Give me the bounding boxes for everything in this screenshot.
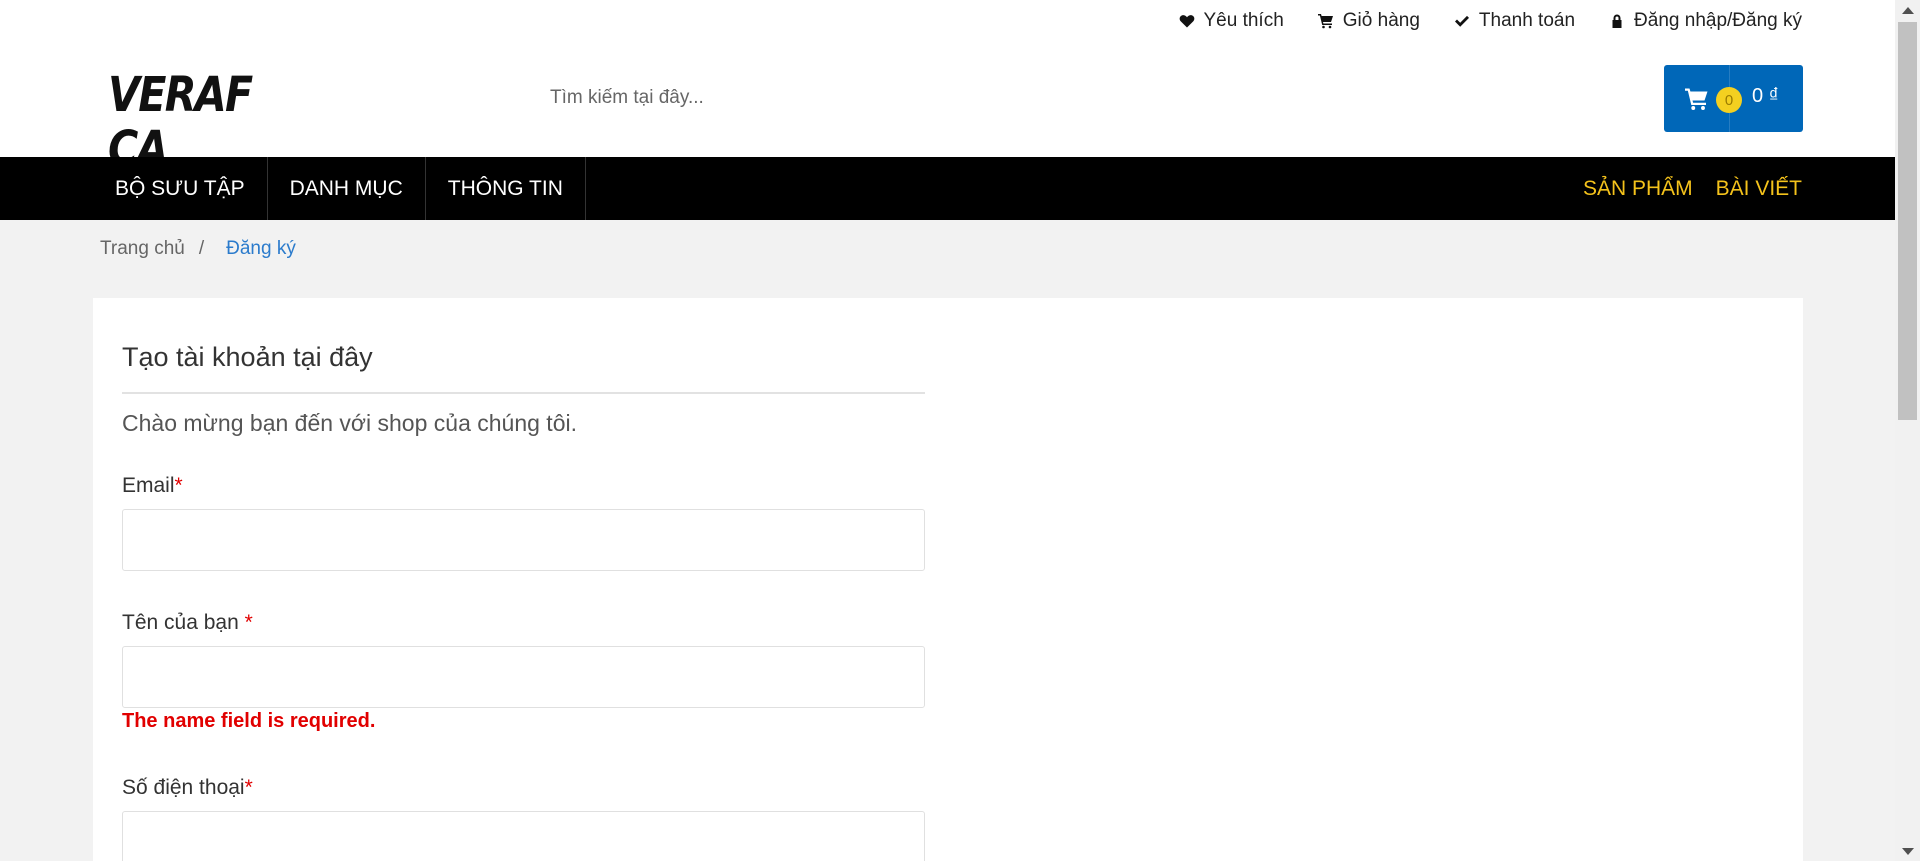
- checkout-label: Thanh toán: [1478, 10, 1576, 31]
- breadcrumb-separator: /: [198, 238, 205, 259]
- login-register-label: Đăng nhập/Đăng ký: [1634, 10, 1802, 31]
- name-label: Tên của bạn *: [122, 611, 253, 635]
- cart-total: 0 ₫: [1752, 85, 1779, 107]
- search-input[interactable]: [540, 76, 1140, 120]
- logo[interactable]: VERAF CA: [108, 68, 304, 176]
- nav-item-collections[interactable]: BỘ SƯU TẬP: [93, 157, 268, 220]
- header: Yêu thích Giỏ hàng Thanh toán Đăng nhập/…: [0, 0, 1895, 176]
- login-register-link[interactable]: Đăng nhập/Đăng ký: [1609, 10, 1802, 32]
- page: Yêu thích Giỏ hàng Thanh toán Đăng nhập/…: [0, 0, 1895, 861]
- scrollbar[interactable]: [1895, 0, 1920, 861]
- page-title: Tạo tài khoản tại đây: [122, 342, 373, 372]
- nav-right: SẢN PHẨM BÀI VIẾT: [1583, 157, 1802, 220]
- shopping-cart-icon: [1684, 88, 1707, 110]
- required-mark: *: [244, 776, 253, 799]
- register-card: Tạo tài khoản tại đây Chào mừng bạn đến …: [93, 298, 1803, 861]
- scroll-up-button[interactable]: [1895, 0, 1920, 20]
- cart-link-label: Giỏ hàng: [1342, 10, 1420, 31]
- lock-icon: [1612, 14, 1622, 28]
- name-label-text: Tên của bạn: [122, 611, 245, 634]
- nav-item-products[interactable]: SẢN PHẨM: [1583, 157, 1693, 220]
- welcome-text: Chào mừng bạn đến với shop của chúng tôi…: [122, 410, 577, 436]
- breadcrumb-home[interactable]: Trang chủ: [100, 238, 185, 260]
- nav-item-categories[interactable]: DANH MỤC: [268, 157, 426, 220]
- scroll-up-icon: [1901, 6, 1914, 14]
- phone-field[interactable]: [122, 811, 925, 861]
- email-label-text: Email: [122, 474, 175, 497]
- wishlist-link[interactable]: Yêu thích: [1179, 10, 1284, 32]
- breadcrumb: Trang chủ / Đăng ký: [100, 238, 296, 260]
- nav-item-articles[interactable]: BÀI VIẾT: [1716, 157, 1802, 220]
- email-field[interactable]: [122, 509, 925, 571]
- scroll-thumb[interactable]: [1898, 22, 1917, 420]
- nav-left: BỘ SƯU TẬP DANH MỤC THÔNG TIN: [93, 157, 586, 220]
- title-divider: [122, 392, 925, 394]
- phone-label: Số điện thoại*: [122, 776, 253, 800]
- phone-label-text: Số điện thoại: [122, 776, 245, 799]
- name-error: The name field is required.: [122, 710, 376, 732]
- cart-link[interactable]: Giỏ hàng: [1317, 10, 1420, 32]
- cart-icon: [1317, 14, 1333, 29]
- main-nav: BỘ SƯU TẬP DANH MỤC THÔNG TIN SẢN PHẨM B…: [0, 157, 1895, 220]
- required-mark: *: [174, 474, 183, 497]
- check-icon: [1454, 15, 1469, 27]
- heart-icon: [1179, 15, 1194, 28]
- email-label: Email*: [122, 474, 183, 498]
- cart-button[interactable]: 0 0 ₫: [1664, 65, 1803, 132]
- top-links: Yêu thích Giỏ hàng Thanh toán Đăng nhập/…: [1179, 10, 1802, 32]
- scroll-down-button[interactable]: [1895, 841, 1920, 861]
- cart-count-badge: 0: [1716, 87, 1742, 113]
- nav-item-info[interactable]: THÔNG TIN: [426, 157, 586, 220]
- checkout-link[interactable]: Thanh toán: [1454, 10, 1575, 32]
- required-mark: *: [244, 611, 253, 634]
- wishlist-label: Yêu thích: [1203, 10, 1284, 31]
- breadcrumb-current: Đăng ký: [226, 238, 296, 259]
- scroll-down-icon: [1901, 847, 1914, 855]
- name-field[interactable]: [122, 646, 925, 708]
